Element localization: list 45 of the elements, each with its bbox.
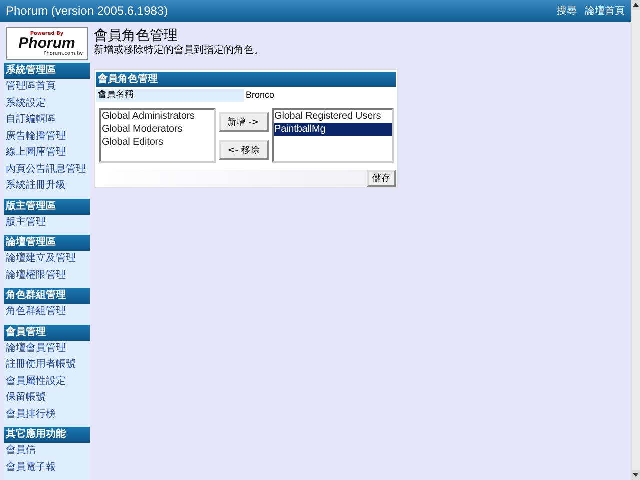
sidebar-link[interactable]: 論壇建立及管理: [4, 251, 90, 268]
role-option[interactable]: Global Registered Users: [274, 110, 392, 123]
scrollbar[interactable]: [631, 0, 640, 480]
role-option[interactable]: Global Editors: [101, 136, 214, 149]
scroll-up-icon[interactable]: [632, 0, 640, 10]
sidebar-link[interactable]: 線上圖庫管理: [4, 145, 90, 162]
save-button[interactable]: 儲存: [367, 170, 396, 187]
remove-button[interactable]: <- 移除: [218, 140, 269, 160]
panel-title: 會員角色管理: [96, 72, 396, 87]
page-title: 會員角色管理: [94, 27, 179, 44]
sidebar-link[interactable]: 內頁公告訊息管理: [4, 162, 90, 178]
top-link[interactable]: 論壇首頁: [585, 4, 625, 18]
sidebar-link[interactable]: 註冊使用者帳號: [4, 357, 90, 374]
sidebar-link[interactable]: 會員電子報: [4, 460, 90, 476]
app-title: Phorum (version 2005.6.1983): [6, 4, 168, 18]
sidebar-link[interactable]: 論壇權限管理: [4, 268, 90, 284]
sidebar-link[interactable]: 會員屬性設定: [4, 374, 90, 390]
page-description: 新增或移除特定的會員到指定的角色。: [94, 45, 265, 57]
sidebar-link[interactable]: 廣告輪播管理: [4, 128, 90, 145]
sidebar-section-header: 其它應用功能: [4, 427, 90, 443]
sidebar-section-header: 角色群組管理: [4, 288, 90, 304]
sidebar-link[interactable]: 會員信: [4, 443, 90, 460]
sidebar-link[interactable]: 版主管理: [4, 214, 90, 231]
add-button[interactable]: 新增 ->: [218, 112, 269, 132]
sidebar-link[interactable]: 角色群組管理: [4, 304, 90, 320]
sidebar-link[interactable]: 系統設定: [4, 96, 90, 112]
sidebar-section-header: 會員管理: [4, 324, 90, 340]
sidebar-link[interactable]: 管理區首頁: [4, 79, 90, 96]
sidebar-link[interactable]: 系統註冊升級: [4, 178, 90, 194]
sidebar-link[interactable]: 自訂編輯區: [4, 112, 90, 128]
sidebar-section-header: 論壇管理區: [4, 235, 90, 251]
scroll-down-icon[interactable]: [632, 470, 640, 480]
top-link[interactable]: 搜尋: [557, 4, 577, 18]
sidebar-section-header: 系統管理區: [4, 63, 90, 79]
member-name-label: 會員名稱: [96, 89, 244, 102]
sidebar-link[interactable]: 會員排行榜: [4, 406, 90, 423]
role-option[interactable]: Global Moderators: [101, 123, 214, 136]
role-option[interactable]: PaintballMg: [274, 123, 392, 136]
sidebar-link[interactable]: 論壇會員管理: [4, 340, 90, 357]
member-name-value: Bronco: [245, 89, 275, 102]
assigned-roles-list[interactable]: Global Registered Users PaintballMg: [272, 108, 394, 163]
sidebar-section-header: 版主管理區: [4, 198, 90, 214]
role-option[interactable]: Global Administrators: [101, 110, 214, 123]
sidebar-link[interactable]: 保留帳號: [4, 390, 90, 406]
available-roles-list[interactable]: Global Administrators Global Moderators Global Editors: [99, 108, 216, 163]
